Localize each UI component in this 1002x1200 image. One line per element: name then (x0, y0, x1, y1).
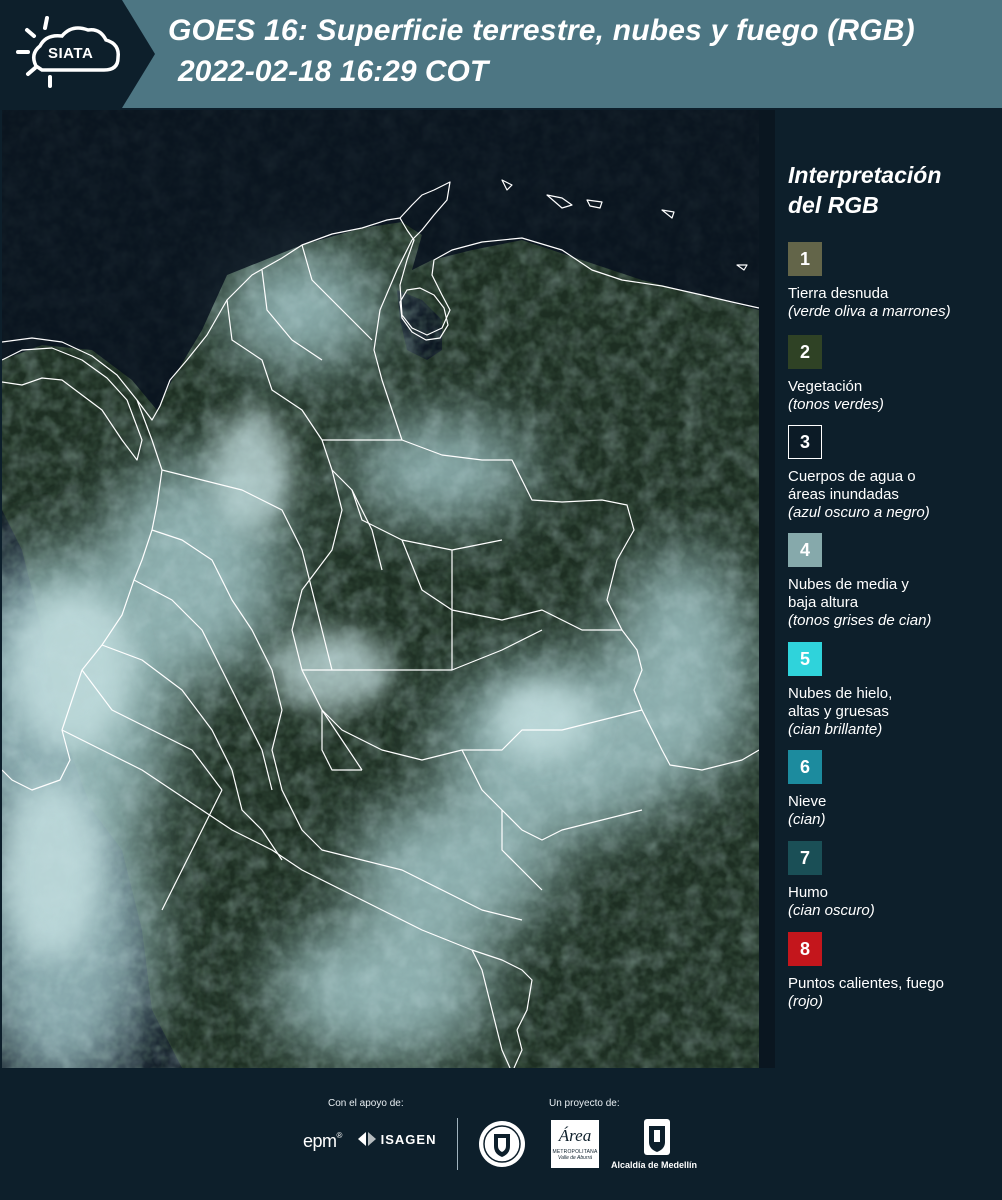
legend-label-8: Puntos calientes, fuego (788, 975, 944, 992)
siata-logo: SIATA (0, 0, 155, 108)
legend-note-1: (verde oliva a marrones) (788, 303, 951, 320)
header-banner: SIATA GOES 16: Superficie terrestre, nub… (0, 0, 1002, 108)
footer-divider (457, 1118, 458, 1170)
area-logo-sub2: Valle de Aburrá (557, 1155, 593, 1161)
map-edge-strip (759, 110, 775, 1068)
legend-label-5-line1: Nubes de hielo, (788, 685, 893, 702)
epm-logo-text: epm (303, 1131, 337, 1151)
isagen-logo: ISAGEN (358, 1132, 436, 1147)
legend-item-fire: 8 Puntos calientes, fuego (rojo) (788, 932, 993, 1011)
legend-item-low-clouds: 4 Nubes de media y baja altura (tonos gr… (788, 533, 993, 630)
legend-label-2: Vegetación (788, 378, 863, 395)
satellite-map-graphic (2, 110, 759, 1068)
project-caption: Un proyecto de: (549, 1098, 620, 1109)
legend-item-ice-clouds: 5 Nubes de hielo, altas y gruesas (cian … (788, 642, 993, 739)
area-logo-name: Área (558, 1126, 592, 1145)
legend-swatch-4: 4 (788, 533, 822, 567)
support-caption: Con el apoyo de: (328, 1098, 404, 1109)
alcaldia-logo-text: Alcaldía de Medellín (611, 1160, 698, 1170)
legend-swatch-8: 8 (788, 932, 822, 966)
legend-note-4: (tonos grises de cian) (788, 612, 932, 629)
legend-note-2: (tonos verdes) (788, 396, 884, 413)
legend-label-4-line2: baja altura (788, 594, 859, 611)
legend-label-4-line1: Nubes de media y (788, 576, 909, 593)
legend-item-vegetation: 2 Vegetación (tonos verdes) (788, 335, 993, 414)
legend-swatch-5: 5 (788, 642, 822, 676)
rgb-legend: Interpretación del RGB 1 Tierra desnuda … (788, 160, 993, 1010)
legend-swatch-7: 7 (788, 841, 822, 875)
legend-swatch-1: 1 (788, 242, 822, 276)
legend-title: Interpretación del RGB (788, 160, 993, 220)
legend-label-3-line1: Cuerpos de agua o (788, 468, 916, 485)
legend-label-5-line2: altas y gruesas (788, 703, 889, 720)
legend-item-water: 3 Cuerpos de agua o áreas inundadas (azu… (788, 425, 993, 522)
legend-note-7: (cian oscuro) (788, 902, 875, 919)
legend-title-line1: Interpretación (788, 162, 942, 188)
legend-item-smoke: 7 Humo (cian oscuro) (788, 841, 993, 920)
legend-note-8: (rojo) (788, 993, 824, 1010)
legend-note-6: (cian) (788, 811, 826, 828)
siata-logo-text: SIATA (48, 45, 94, 62)
legend-title-line2: del RGB (788, 192, 879, 218)
page-timestamp: 2022-02-18 16:29 COT (178, 55, 489, 88)
legend-note-3: (azul oscuro a negro) (788, 504, 930, 521)
legend-swatch-3: 3 (788, 425, 822, 459)
epm-logo: epm® (303, 1131, 342, 1152)
legend-label-3: Cuerpos de agua o áreas inundadas (788, 468, 993, 504)
legend-swatch-2: 2 (788, 335, 822, 369)
footer: Con el apoyo de: Un proyecto de: epm® IS… (0, 1068, 1002, 1200)
legend-label-7: Humo (788, 884, 829, 901)
legend-label-4: Nubes de media y baja altura (788, 576, 993, 612)
isagen-mark-icon (358, 1132, 376, 1146)
isagen-logo-text: ISAGEN (380, 1132, 437, 1147)
university-seal-icon (479, 1121, 525, 1167)
registered-mark: ® (336, 1131, 343, 1140)
legend-item-bare-soil: 1 Tierra desnuda (verde oliva a marrones… (788, 242, 993, 321)
legend-swatch-6: 6 (788, 750, 822, 784)
area-metropolitana-logo: Área METROPOLITANA Valle de Aburrá (551, 1120, 599, 1168)
legend-label-5: Nubes de hielo, altas y gruesas (788, 685, 993, 721)
alcaldia-coat-of-arms-icon (644, 1119, 670, 1155)
legend-label-6: Nieve (788, 793, 827, 810)
legend-item-snow: 6 Nieve (cian) (788, 750, 993, 829)
page-title: GOES 16: Superficie terrestre, nubes y f… (168, 14, 915, 47)
satellite-map (2, 110, 759, 1068)
legend-label-3-line2: áreas inundadas (788, 486, 899, 503)
legend-note-5: (cian brillante) (788, 721, 883, 738)
legend-label-1: Tierra desnuda (788, 285, 889, 302)
